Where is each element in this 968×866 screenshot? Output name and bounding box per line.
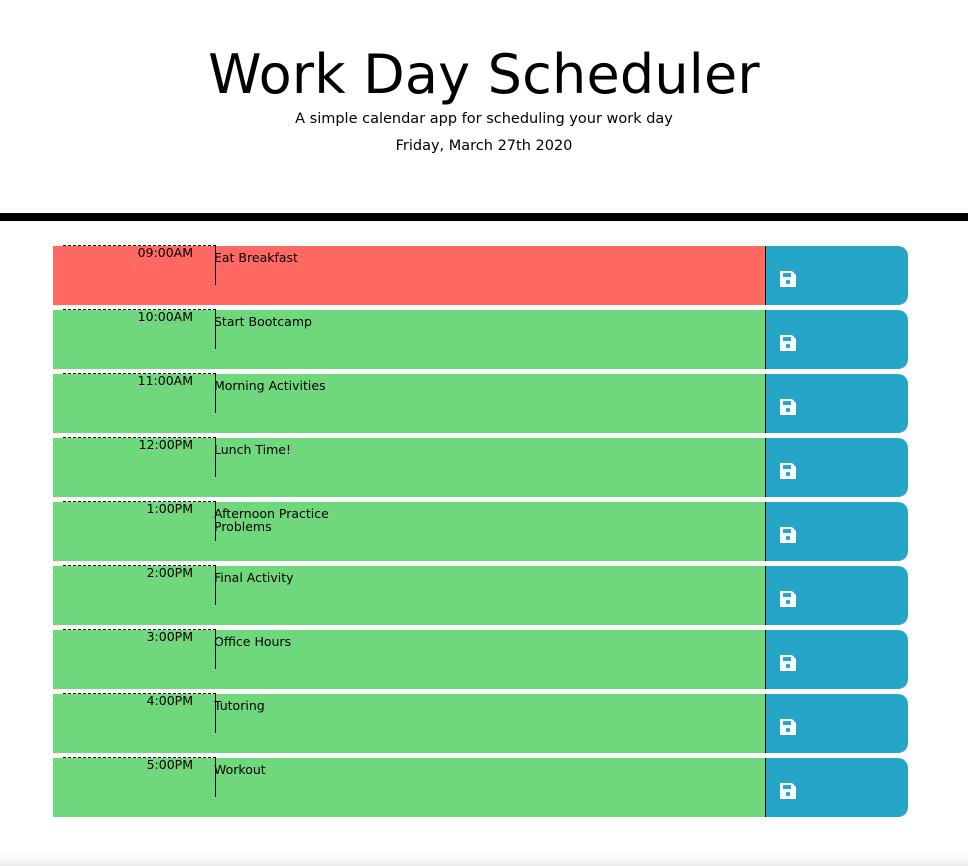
floppy-disk-icon [780, 527, 796, 543]
time-block: 1:00PM Afternoon Practice Problems [53, 501, 908, 561]
hour-label: 5:00PM [63, 757, 216, 797]
event-description[interactable]: Final Activity [214, 571, 414, 585]
page-title: Work Day Scheduler [208, 43, 760, 106]
save-button[interactable] [765, 758, 908, 817]
save-button[interactable] [765, 310, 908, 369]
event-description[interactable]: Workout [214, 763, 414, 777]
event-description[interactable]: Afternoon Practice Problems [214, 507, 414, 533]
hour-label: 11:00AM [63, 373, 216, 413]
floppy-disk-icon [780, 335, 796, 351]
time-block: 12:00PM Lunch Time! [53, 437, 908, 497]
hour-label: 2:00PM [63, 565, 216, 605]
time-block: 5:00PM Workout [53, 757, 908, 817]
floppy-disk-icon [780, 719, 796, 735]
floppy-disk-icon [780, 463, 796, 479]
hour-label: 10:00AM [63, 309, 216, 349]
time-block: 11:00AM Morning Activities [53, 373, 908, 433]
event-description[interactable]: Start Bootcamp [214, 315, 414, 329]
floppy-disk-icon [780, 399, 796, 415]
event-description[interactable]: Office Hours [214, 635, 414, 649]
header-divider [0, 213, 968, 221]
hour-label: 09:00AM [63, 245, 216, 285]
hour-label: 4:00PM [63, 693, 216, 733]
floppy-disk-icon [780, 271, 796, 287]
event-description[interactable]: Eat Breakfast [214, 251, 414, 265]
save-button[interactable] [765, 502, 908, 561]
save-button[interactable] [765, 374, 908, 433]
page-bottom-edge [0, 852, 968, 866]
time-block: 3:00PM Office Hours [53, 629, 908, 689]
save-button[interactable] [765, 630, 908, 689]
current-date: Friday, March 27th 2020 [395, 138, 573, 154]
time-block: 09:00AM Eat Breakfast [53, 245, 908, 305]
floppy-disk-icon [780, 783, 796, 799]
time-block: 2:00PM Final Activity [53, 565, 908, 625]
hour-label: 1:00PM [63, 501, 216, 541]
page-subtitle: A simple calendar app for scheduling you… [295, 111, 673, 127]
hour-label: 3:00PM [63, 629, 216, 669]
save-button[interactable] [765, 246, 908, 305]
jumbotron-header: Work Day Scheduler A simple calendar app… [0, 0, 968, 214]
event-description[interactable]: Morning Activities [214, 379, 414, 393]
time-block: 10:00AM Start Bootcamp [53, 309, 908, 369]
floppy-disk-icon [780, 655, 796, 671]
save-button[interactable] [765, 694, 908, 753]
save-button[interactable] [765, 566, 908, 625]
time-block-list: 09:00AM Eat Breakfast 10:00AM Start Boot… [53, 245, 908, 821]
time-block: 4:00PM Tutoring [53, 693, 908, 753]
hour-label: 12:00PM [63, 437, 216, 477]
event-description[interactable]: Lunch Time! [214, 443, 414, 457]
floppy-disk-icon [780, 591, 796, 607]
save-button[interactable] [765, 438, 908, 497]
event-description[interactable]: Tutoring [214, 699, 414, 713]
